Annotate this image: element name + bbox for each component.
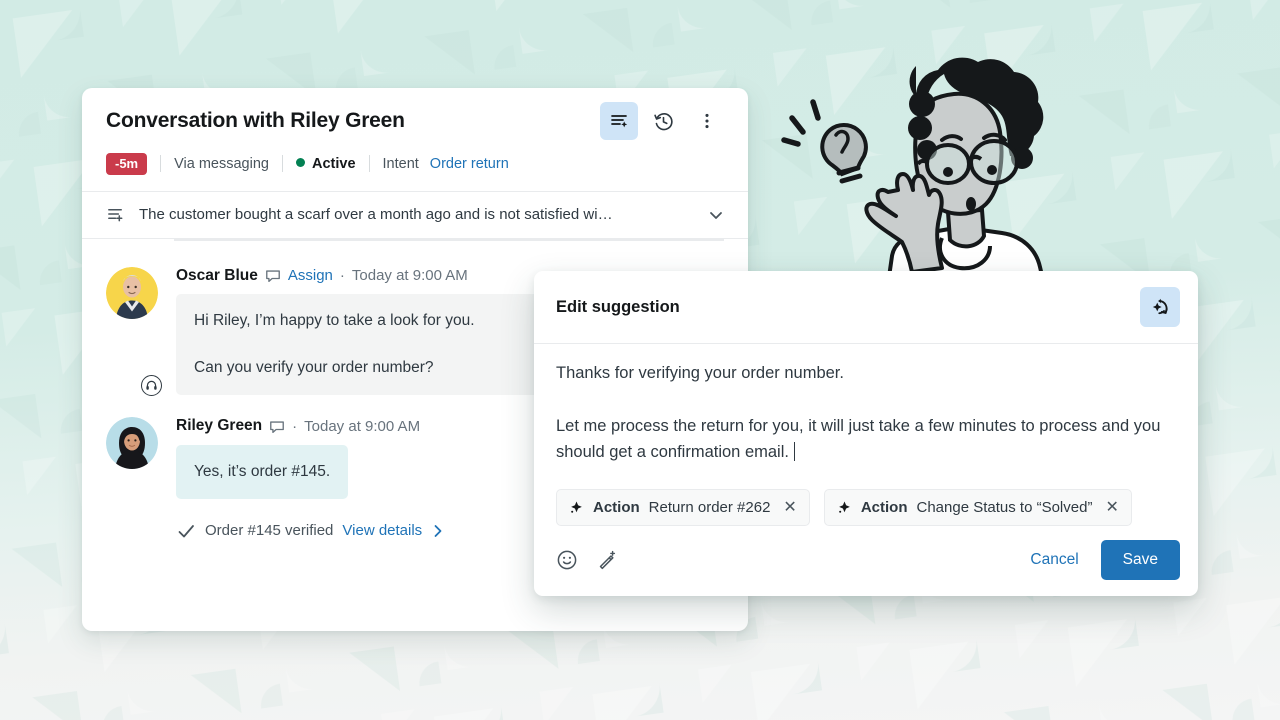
check-icon [178,524,194,538]
header-actions [600,102,726,140]
suggestion-paragraph: Let me process the return for you, it wi… [556,413,1176,466]
meta-divider [281,155,283,173]
sparkle-icon [838,501,850,513]
message-paragraph: Can you verify your order number? [194,359,434,377]
close-icon[interactable]: ✕ [783,499,796,516]
action-chip-label: Action [593,499,640,516]
status-badge: -5m [106,153,148,175]
summary-icon [108,209,123,222]
avatar[interactable] [106,417,158,470]
action-chip[interactable]: Action Return order #262 ✕ [556,489,810,526]
history-icon [653,112,673,130]
action-chip[interactable]: Action Change Status to “Solved” ✕ [823,489,1132,526]
message-author: Oscar Blue [176,266,258,284]
save-button[interactable]: Save [1100,540,1180,580]
editor-tools [556,549,618,571]
channel-label: Via messaging [174,155,269,172]
meta-divider [368,155,370,173]
headset-icon [146,381,157,390]
suggestion-paragraph: Thanks for verifying your order number. [556,364,844,382]
status-indicator: Active [295,155,356,172]
customer-avatar-image [106,417,158,470]
emoji-button[interactable] [556,549,578,571]
chevron-down-icon[interactable] [706,205,726,225]
summarize-icon [611,115,628,128]
assign-link[interactable]: Assign [288,267,333,285]
action-chip-value: Change Status to “Solved” [916,499,1093,516]
regenerate-sparkle-icon [1152,298,1168,315]
magic-wand-icon [599,550,616,570]
dialog-title: Edit suggestion [556,297,680,316]
scroll-divider [174,238,724,241]
message-bubble: Yes, it’s order #145. [176,444,349,499]
dialog-footer: Cancel Save [534,526,1198,596]
action-chip-list: Action Return order #262 ✕ Action Change… [534,475,1198,526]
suggestion-editor[interactable]: Thanks for verifying your order number. … [534,344,1198,475]
edit-suggestion-dialog: Edit suggestion Thanks for verifying you… [534,271,1198,596]
comment-icon [270,420,285,433]
message-timestamp: Today at 9:00 AM [304,417,421,435]
history-button[interactable] [644,102,682,140]
message-author: Riley Green [176,417,263,435]
dialog-actions: Cancel Save [1026,540,1180,580]
message-paragraph: Hi Riley, I’m happy to take a look for y… [194,312,475,330]
intent-value-link[interactable]: Order return [430,156,509,172]
magic-wand-button[interactable] [596,549,618,571]
emoji-icon [557,550,577,570]
separator: · [339,266,345,284]
separator: · [292,417,298,435]
avatar-wrapper [106,417,160,499]
comment-icon [265,270,280,282]
event-text: Order #145 verified [205,522,334,540]
screenshot-stage: Conversation with Riley Green -5m Via me… [0,0,1280,720]
page-title: Conversation with Riley Green [106,109,405,132]
person-with-lightbulb-illustration [781,57,1047,286]
status-label: Active [311,155,356,172]
summary-text: The customer bought a scarf over a month… [139,206,613,224]
close-icon[interactable]: ✕ [1105,499,1118,516]
meta-divider [160,155,162,173]
suggestion-paragraph-text: Let me process the return for you, it wi… [556,416,1161,462]
chevron-right-icon[interactable] [431,524,445,538]
status-dot-icon [295,157,305,167]
message-timestamp: Today at 9:00 AM [351,266,468,284]
cancel-button[interactable]: Cancel [1026,545,1082,575]
conversation-summary-bar[interactable]: The customer bought a scarf over a month… [82,190,748,239]
message-bubble: Hi Riley, I’m happy to take a look for y… [176,294,596,396]
dialog-header: Edit suggestion [534,271,1198,344]
more-options-button[interactable] [688,102,726,140]
action-chip-label: Action [860,499,908,516]
conversation-header: Conversation with Riley Green -5m Via me… [82,88,748,175]
action-chip-value: Return order #262 [648,499,771,516]
conversation-meta: -5m Via messaging Active Intent Order re… [106,153,726,175]
view-details-link[interactable]: View details [342,522,422,539]
summarize-button[interactable] [600,102,638,140]
text-cursor [793,442,796,462]
more-options-icon [705,113,709,129]
agent-avatar-image [106,266,158,319]
sparkle-icon [571,501,582,513]
message-paragraph: Yes, it’s order #145. [194,462,331,480]
agent-headset-badge [141,375,162,397]
regenerate-button[interactable] [1140,287,1180,327]
intent-label: Intent [382,155,419,172]
avatar[interactable] [106,266,158,319]
avatar-wrapper [106,266,162,397]
